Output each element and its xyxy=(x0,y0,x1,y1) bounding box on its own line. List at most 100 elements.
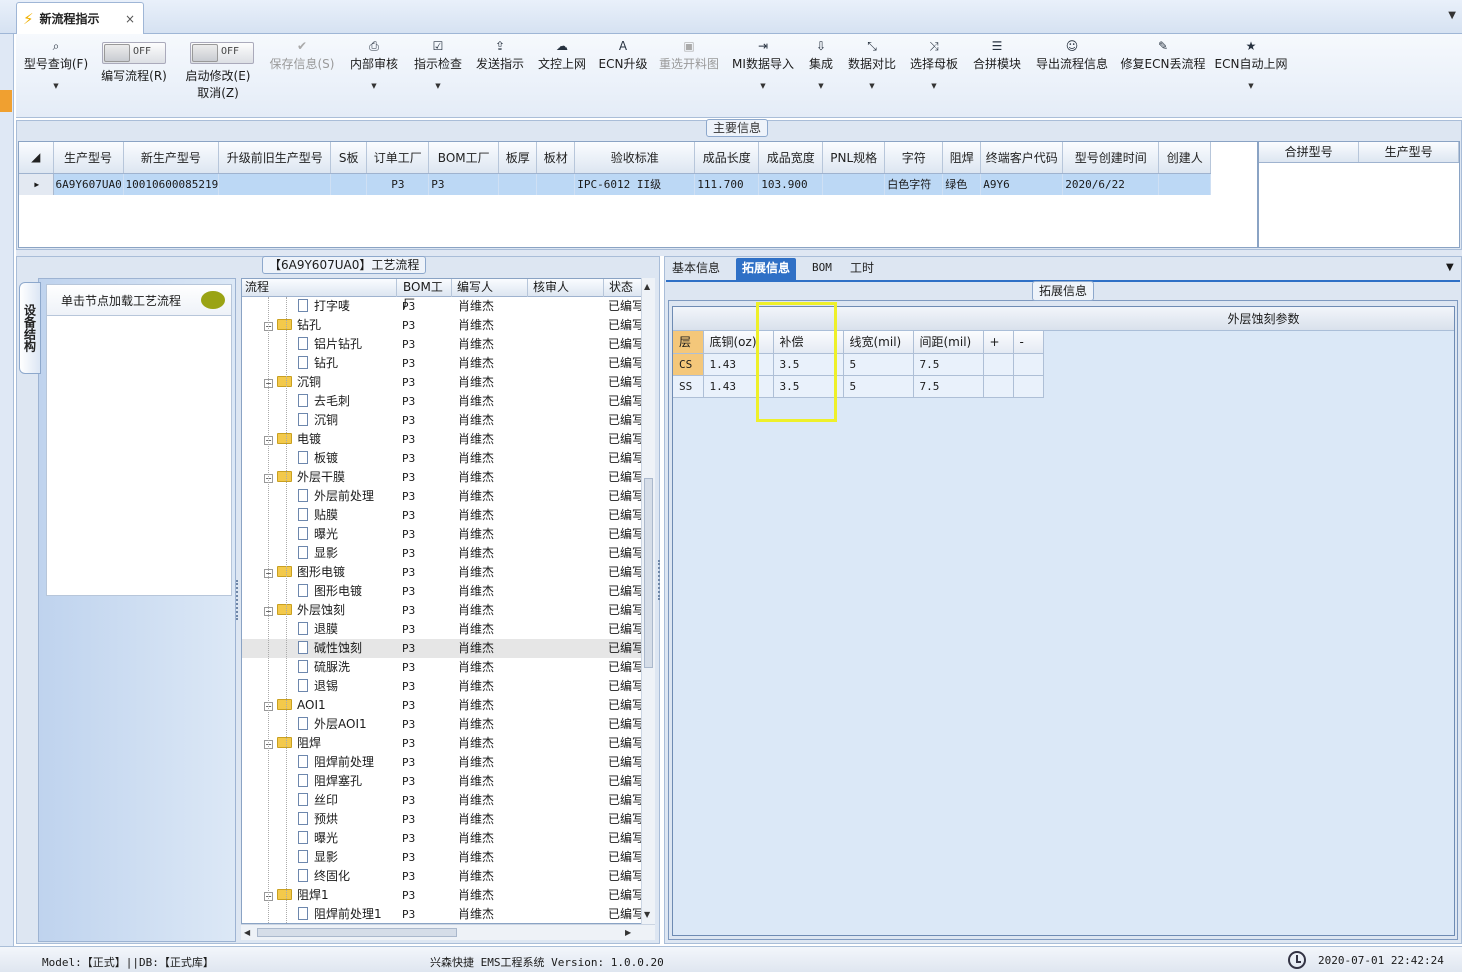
tab-work-hours[interactable]: 工时 xyxy=(844,258,880,280)
load-process-button[interactable]: 单击节点加载工艺流程 xyxy=(46,284,232,316)
cell[interactable]: 6A9Y607UA0 xyxy=(53,173,124,195)
cell[interactable]: P3 xyxy=(428,173,500,195)
col-header[interactable]: PNL规格 xyxy=(822,142,886,174)
tree-group-row[interactable]: − 沉铜 P3 肖维杰 已编写 xyxy=(242,373,652,392)
merge-module-button[interactable]: ☰ 合拼模块 xyxy=(968,34,1026,118)
col-header[interactable]: 创建人 xyxy=(1158,142,1212,174)
tree-row[interactable]: 贴膜 P3 肖维杰 已编写 xyxy=(242,506,652,525)
tree-row[interactable]: 显影 P3 肖维杰 已编写 xyxy=(242,544,652,563)
col-header[interactable]: 成品长度 xyxy=(694,142,760,174)
tree-row[interactable]: 终固化 P3 肖维杰 已编写 xyxy=(242,867,652,886)
col-header[interactable]: BOM工厂 xyxy=(428,142,500,174)
close-icon[interactable]: × xyxy=(125,12,135,26)
cell[interactable] xyxy=(822,173,886,195)
tab-equipment-structure[interactable]: 设备结构 xyxy=(19,282,41,374)
col-header[interactable]: 板材 xyxy=(536,142,576,174)
cell[interactable] xyxy=(536,173,576,195)
cell[interactable]: 111.700 xyxy=(694,173,760,195)
tab-new-process[interactable]: ⚡ 新流程指示 × xyxy=(16,2,144,34)
cell[interactable] xyxy=(218,173,332,195)
table-row[interactable]: ▶ 6A9Y607UA0 10010600085219 P3 P3 IPC-60… xyxy=(19,173,1212,195)
tree-row[interactable]: 丝印 P3 肖维杰 已编写 xyxy=(242,791,652,810)
cell[interactable] xyxy=(983,375,1014,398)
tree-group-row[interactable]: − 外层干膜 P3 肖维杰 已编写 xyxy=(242,468,652,487)
chevron-down-icon[interactable]: ▼ xyxy=(844,82,900,90)
tree-row[interactable]: 沉铜 P3 肖维杰 已编写 xyxy=(242,411,652,430)
tree-row[interactable]: 打字唛 P3 肖维杰 已编写 xyxy=(242,297,652,316)
col-header[interactable]: 间距(mil) xyxy=(913,331,984,354)
table-row[interactable]: CS 1.43 3.5 5 7.5 xyxy=(673,353,1044,376)
tab-basic-info[interactable]: 基本信息 xyxy=(666,258,726,280)
col-header[interactable]: 阻焊 xyxy=(942,142,982,174)
mi-data-import-button[interactable]: ⇥ MI数据导入 ▼ xyxy=(728,34,798,118)
tab-extended-info[interactable]: 拓展信息 xyxy=(736,258,797,280)
cell[interactable]: 103.900 xyxy=(758,173,824,195)
query-model-button[interactable]: ⌕ 型号查询(F) ▼ xyxy=(20,34,92,118)
tree-row[interactable]: 碱性蚀刻 P3 肖维杰 已编写 xyxy=(242,639,652,658)
tree-row[interactable]: 外层AOI1 P3 肖维杰 已编写 xyxy=(242,715,652,734)
scroll-thumb[interactable] xyxy=(644,478,653,668)
cell[interactable] xyxy=(983,353,1014,376)
cell[interactable]: 白色字符 xyxy=(884,173,944,195)
export-process-info-button[interactable]: ☺ 导出流程信息 xyxy=(1032,34,1112,118)
col-header[interactable]: 层 xyxy=(673,331,704,354)
cell[interactable] xyxy=(330,173,368,195)
repair-ecn-process-button[interactable]: ✎ 修复ECN丢流程 xyxy=(1118,34,1208,118)
tree-row[interactable]: 硫脲洗 P3 肖维杰 已编写 xyxy=(242,658,652,677)
chevron-down-icon[interactable]: ▼ xyxy=(346,82,402,90)
tree-group-row[interactable]: − AOI1 P3 肖维杰 已编写 xyxy=(242,696,652,715)
col-header[interactable]: 成品宽度 xyxy=(758,142,824,174)
tree-row[interactable]: 铝片钻孔 P3 肖维杰 已编写 xyxy=(242,335,652,354)
chevron-down-icon[interactable]: ▼ xyxy=(410,82,466,90)
tab-dropdown-icon[interactable]: ▼ xyxy=(1446,262,1454,273)
cell[interactable]: 5 xyxy=(843,353,914,376)
tree-row[interactable]: 阻焊前处理 P3 肖维杰 已编写 xyxy=(242,753,652,772)
tree-row[interactable]: 曝光 P3 肖维杰 已编写 xyxy=(242,829,652,848)
tree-group-row[interactable]: − 阻焊1 P3 肖维杰 已编写 xyxy=(242,886,652,905)
save-info-button[interactable]: ✔ 保存信息(S) xyxy=(264,34,340,118)
integrate-button[interactable]: ⇩ 集成 ▼ xyxy=(802,34,840,118)
check-instruction-button[interactable]: ☑ 指示检查 ▼ xyxy=(410,34,466,118)
cell[interactable]: 5 xyxy=(843,375,914,398)
col-header[interactable]: 新生产型号 xyxy=(123,142,220,174)
cell[interactable]: 7.5 xyxy=(913,353,984,376)
tree-group-row[interactable]: − 电镀 P3 肖维杰 已编写 xyxy=(242,430,652,449)
write-process-toggle[interactable]: OFF xyxy=(102,42,166,64)
col-header[interactable]: 验收标准 xyxy=(574,142,696,174)
cell[interactable]: 10010600085219 xyxy=(123,173,220,195)
tree-row[interactable]: 退膜 P3 肖维杰 已编写 xyxy=(242,620,652,639)
tree-row[interactable]: 阻焊塞孔 P3 肖维杰 已编写 xyxy=(242,772,652,791)
splitter-grip[interactable] xyxy=(658,560,662,600)
chevron-down-icon[interactable]: ▼ xyxy=(20,82,92,90)
internal-review-button[interactable]: ⎙ 内部审核 ▼ xyxy=(346,34,402,118)
col-header[interactable]: S板 xyxy=(330,142,368,174)
tree-row[interactable]: 预烘 P3 肖维杰 已编写 xyxy=(242,810,652,829)
chevron-down-icon[interactable]: ▼ xyxy=(802,82,840,90)
col-header[interactable]: 核审人 xyxy=(530,279,604,297)
cell[interactable]: CS xyxy=(673,353,704,376)
col-header[interactable]: 订单工厂 xyxy=(366,142,430,174)
col-header[interactable]: 编写人 xyxy=(454,279,528,297)
reselect-cutting-map-button[interactable]: ▣ 重选开料图 xyxy=(654,34,724,118)
col-header[interactable]: 生产型号 xyxy=(53,142,124,174)
ecn-upgrade-button[interactable]: A ECN升级 xyxy=(596,34,650,118)
equipment-tree[interactable] xyxy=(46,316,232,596)
tree-horizontal-scrollbar[interactable]: ◀ ▶ xyxy=(241,924,655,940)
tree-row[interactable]: 外层前处理 P3 肖维杰 已编写 xyxy=(242,487,652,506)
cancel-label[interactable]: 取消(Z) xyxy=(180,85,256,102)
splitter-grip[interactable] xyxy=(236,580,240,620)
send-instruction-button[interactable]: ⇪ 发送指示 xyxy=(472,34,528,118)
tab-dropdown-icon[interactable]: ▼ xyxy=(1448,10,1456,21)
tree-row[interactable]: 板镀 P3 肖维杰 已编写 xyxy=(242,449,652,468)
chevron-down-icon[interactable]: ▼ xyxy=(1212,82,1290,90)
tree-group-row[interactable]: − 阻焊 P3 肖维杰 已编写 xyxy=(242,734,652,753)
cell[interactable]: P3 xyxy=(366,173,430,195)
cell[interactable] xyxy=(1158,173,1212,195)
col-header[interactable]: 流程 xyxy=(242,279,397,297)
col-header[interactable]: 终端客户代码 xyxy=(980,142,1064,174)
col-header[interactable]: 生产型号 xyxy=(1358,142,1459,163)
tree-row[interactable]: 阻焊前处理1 P3 肖维杰 已编写 xyxy=(242,905,652,923)
tree-row[interactable]: 图形电镀 P3 肖维杰 已编写 xyxy=(242,582,652,601)
cell[interactable]: IPC-6012 II级 xyxy=(574,173,696,195)
tree-group-row[interactable]: − 图形电镀 P3 肖维杰 已编写 xyxy=(242,563,652,582)
